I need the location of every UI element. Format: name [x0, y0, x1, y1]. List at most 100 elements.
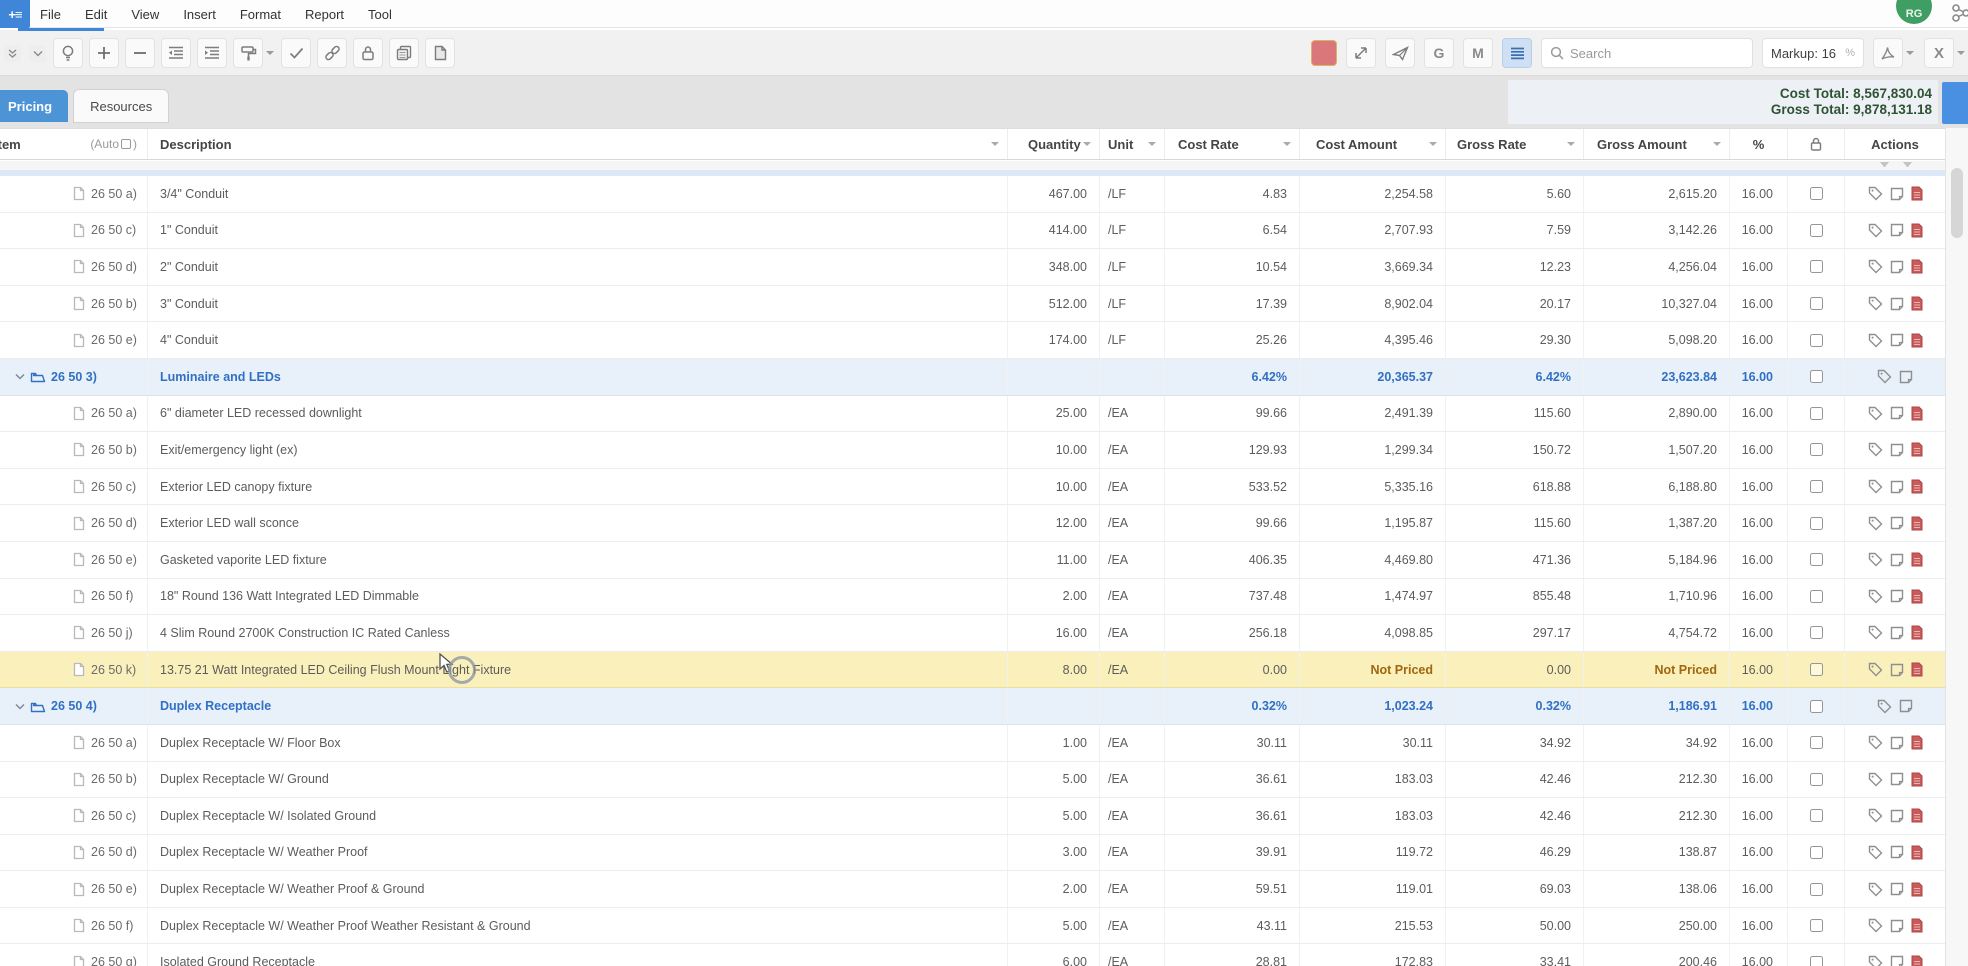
- row-lock-checkbox[interactable]: [1810, 443, 1823, 456]
- note-icon[interactable]: [1890, 845, 1904, 859]
- row-lock-checkbox[interactable]: [1810, 590, 1823, 603]
- tag-icon[interactable]: [1868, 735, 1883, 750]
- gross-amount-sort-icon[interactable]: [1713, 142, 1721, 146]
- g-button[interactable]: G: [1425, 39, 1453, 67]
- menu-item-view[interactable]: View: [131, 7, 159, 22]
- menu-item-file[interactable]: File: [40, 7, 61, 22]
- row-lock-checkbox[interactable]: [1810, 553, 1823, 566]
- collapse-chevron-icon[interactable]: [15, 703, 25, 710]
- red-file-icon[interactable]: [1911, 662, 1923, 677]
- tag-icon[interactable]: [1868, 406, 1883, 421]
- table-row[interactable]: 26 50 e)4" Conduit174.00/LF25.264,395.46…: [0, 322, 1945, 359]
- note-icon[interactable]: [1890, 260, 1904, 274]
- avatar[interactable]: RG: [1896, 0, 1932, 24]
- row-lock-checkbox[interactable]: [1810, 626, 1823, 639]
- send-icon[interactable]: [1386, 39, 1414, 67]
- tag-icon[interactable]: [1868, 918, 1883, 933]
- table-row[interactable]: 26 50 c)1" Conduit414.00/LF6.542,707.937…: [0, 213, 1945, 250]
- excel-export-icon[interactable]: X: [1925, 39, 1953, 67]
- group-row[interactable]: 26 50 3)Luminaire and LEDs6.42%20,365.37…: [0, 359, 1945, 396]
- row-lock-checkbox[interactable]: [1810, 260, 1823, 273]
- red-file-icon[interactable]: [1911, 735, 1923, 750]
- table-row[interactable]: 26 50 d)Exterior LED wall sconce12.00/EA…: [0, 505, 1945, 542]
- tag-icon[interactable]: [1868, 662, 1883, 677]
- document-icon[interactable]: [426, 39, 454, 67]
- lightbulb-icon[interactable]: [54, 39, 82, 67]
- cost-rate-sort-icon[interactable]: [1283, 142, 1291, 146]
- row-lock-checkbox[interactable]: [1810, 956, 1823, 966]
- note-icon[interactable]: [1890, 626, 1904, 640]
- tab-resources[interactable]: Resources: [74, 90, 168, 122]
- unit-sort-icon[interactable]: [1148, 142, 1156, 146]
- note-icon[interactable]: [1890, 187, 1904, 201]
- column-header-gross-amount[interactable]: Gross Amount: [1584, 129, 1730, 159]
- row-lock-checkbox[interactable]: [1810, 883, 1823, 896]
- scrollbar-thumb[interactable]: [1951, 168, 1963, 238]
- tag-icon[interactable]: [1868, 296, 1883, 311]
- paint-roller-icon[interactable]: [234, 39, 262, 67]
- expand-dropdown-icon[interactable]: [29, 45, 46, 62]
- note-icon[interactable]: [1890, 516, 1904, 530]
- table-row[interactable]: 26 50 a)3/4" Conduit467.00/LF4.832,254.5…: [0, 176, 1945, 213]
- menu-item-report[interactable]: Report: [305, 7, 344, 22]
- note-icon[interactable]: [1890, 955, 1904, 966]
- description-sort-icon[interactable]: [991, 142, 999, 146]
- red-file-icon[interactable]: [1911, 772, 1923, 787]
- red-file-icon[interactable]: [1911, 625, 1923, 640]
- red-file-icon[interactable]: [1911, 882, 1923, 897]
- note-icon[interactable]: [1890, 406, 1904, 420]
- note-icon[interactable]: [1890, 333, 1904, 347]
- red-file-icon[interactable]: [1911, 589, 1923, 604]
- table-row[interactable]: 26 50 g)Isolated Ground Receptacle6.00/E…: [0, 944, 1945, 966]
- tag-icon[interactable]: [1868, 772, 1883, 787]
- red-file-icon[interactable]: [1911, 259, 1923, 274]
- row-lock-checkbox[interactable]: [1810, 773, 1823, 786]
- row-lock-checkbox[interactable]: [1810, 407, 1823, 420]
- table-row[interactable]: 26 50 b)Duplex Receptacle W/ Ground5.00/…: [0, 762, 1945, 799]
- m-button[interactable]: M: [1464, 39, 1492, 67]
- tag-icon[interactable]: [1868, 589, 1883, 604]
- check-icon[interactable]: [282, 39, 310, 67]
- auto-checkbox[interactable]: [121, 139, 131, 149]
- row-lock-checkbox[interactable]: [1810, 919, 1823, 932]
- red-file-icon[interactable]: [1911, 223, 1923, 238]
- note-icon[interactable]: [1890, 809, 1904, 823]
- row-lock-checkbox[interactable]: [1810, 736, 1823, 749]
- note-icon[interactable]: [1890, 772, 1904, 786]
- menu-item-format[interactable]: Format: [240, 7, 281, 22]
- note-icon[interactable]: [1890, 882, 1904, 896]
- note-icon[interactable]: [1890, 443, 1904, 457]
- tag-icon[interactable]: [1868, 552, 1883, 567]
- red-file-icon[interactable]: [1911, 552, 1923, 567]
- red-file-icon[interactable]: [1911, 955, 1923, 966]
- note-icon[interactable]: [1890, 919, 1904, 933]
- table-row[interactable]: 26 50 b)Exit/emergency light (ex)10.00/E…: [0, 432, 1945, 469]
- excel-dropdown-icon[interactable]: [1957, 51, 1965, 55]
- tag-icon[interactable]: [1877, 699, 1892, 714]
- column-header-cost-amount[interactable]: Cost Amount: [1300, 129, 1446, 159]
- table-row[interactable]: 26 50 d)Duplex Receptacle W/ Weather Pro…: [0, 835, 1945, 872]
- note-icon[interactable]: [1899, 699, 1913, 713]
- tag-icon[interactable]: [1868, 882, 1883, 897]
- column-header-percent[interactable]: %: [1730, 129, 1788, 159]
- table-row[interactable]: 26 50 e)Duplex Receptacle W/ Weather Pro…: [0, 871, 1945, 908]
- column-header-item[interactable]: Item (Auto): [0, 129, 148, 159]
- outdent-icon[interactable]: [162, 39, 190, 67]
- settings-gear-icon[interactable]: [1948, 2, 1968, 24]
- row-lock-checkbox[interactable]: [1810, 224, 1823, 237]
- red-file-icon[interactable]: [1911, 296, 1923, 311]
- markup-field[interactable]: Markup: 16 %: [1763, 39, 1863, 67]
- menu-item-edit[interactable]: Edit: [85, 7, 107, 22]
- tag-icon[interactable]: [1868, 845, 1883, 860]
- paint-roller-dropdown-icon[interactable]: [266, 51, 274, 55]
- note-icon[interactable]: [1890, 480, 1904, 494]
- note-icon[interactable]: [1890, 736, 1904, 750]
- tag-icon[interactable]: [1868, 955, 1883, 966]
- lock-icon[interactable]: [354, 39, 382, 67]
- column-header-lock[interactable]: [1788, 129, 1845, 159]
- copy-sheet-icon[interactable]: [390, 39, 418, 67]
- menu-item-insert[interactable]: Insert: [183, 7, 216, 22]
- list-view-icon[interactable]: [1503, 39, 1531, 67]
- red-file-icon[interactable]: [1911, 808, 1923, 823]
- row-lock-checkbox[interactable]: [1810, 517, 1823, 530]
